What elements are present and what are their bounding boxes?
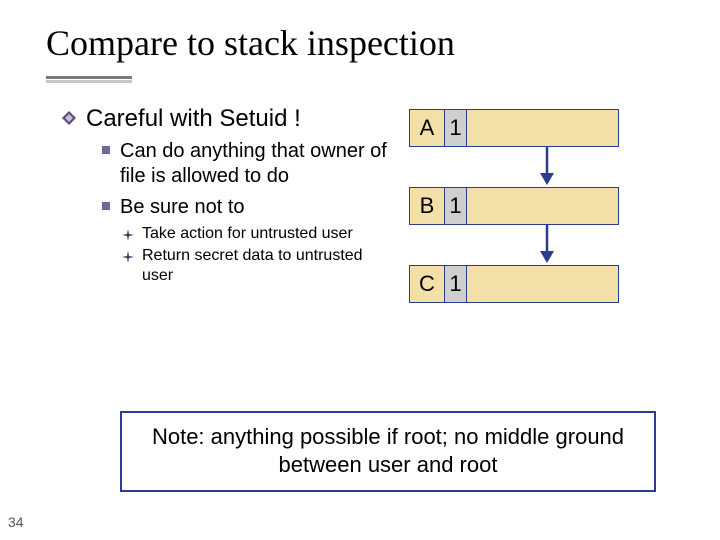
bullet-lvl3: Return secret data to untrusted user	[122, 246, 391, 286]
slide-body: Careful with Setuid ! Can do anything th…	[0, 79, 720, 343]
bullet-lvl3: Take action for untrusted user	[122, 224, 391, 244]
right-column: A 1 B 1 C 1	[391, 105, 690, 343]
stack-value: 1	[445, 109, 467, 147]
stack-value: 1	[445, 187, 467, 225]
sub-a: Can do anything that owner of file is al…	[120, 139, 391, 189]
arrow-down-icon	[537, 145, 557, 187]
sub-b: Be sure not to	[120, 195, 245, 220]
bullet-lvl2: Can do anything that owner of file is al…	[102, 139, 391, 189]
stack-value: 1	[445, 265, 467, 303]
slide: Compare to stack inspection Careful with…	[0, 0, 720, 540]
bullet-lvl1: Careful with Setuid !	[62, 105, 391, 133]
square-icon	[102, 146, 110, 154]
stack-row: C 1	[391, 265, 690, 305]
note-box: Note: anything possible if root; no midd…	[120, 411, 656, 492]
stack-row: B 1	[391, 187, 690, 227]
subsub-a: Take action for untrusted user	[142, 224, 353, 244]
star-icon	[122, 228, 134, 240]
arrow-down-icon	[537, 223, 557, 265]
stack-label: A	[409, 109, 445, 147]
stack-label: B	[409, 187, 445, 225]
slide-title: Compare to stack inspection	[0, 0, 720, 70]
bullet-lvl2: Be sure not to	[102, 195, 391, 220]
page-number: 34	[8, 514, 24, 530]
heading-text: Careful with Setuid !	[86, 105, 301, 133]
subsub-b: Return secret data to untrusted user	[142, 246, 391, 286]
star-icon	[122, 250, 134, 262]
stack-label: C	[409, 265, 445, 303]
diamond-icon	[62, 111, 76, 125]
stack-row: A 1	[391, 109, 690, 149]
square-icon	[102, 202, 110, 210]
left-column: Careful with Setuid ! Can do anything th…	[62, 105, 391, 343]
